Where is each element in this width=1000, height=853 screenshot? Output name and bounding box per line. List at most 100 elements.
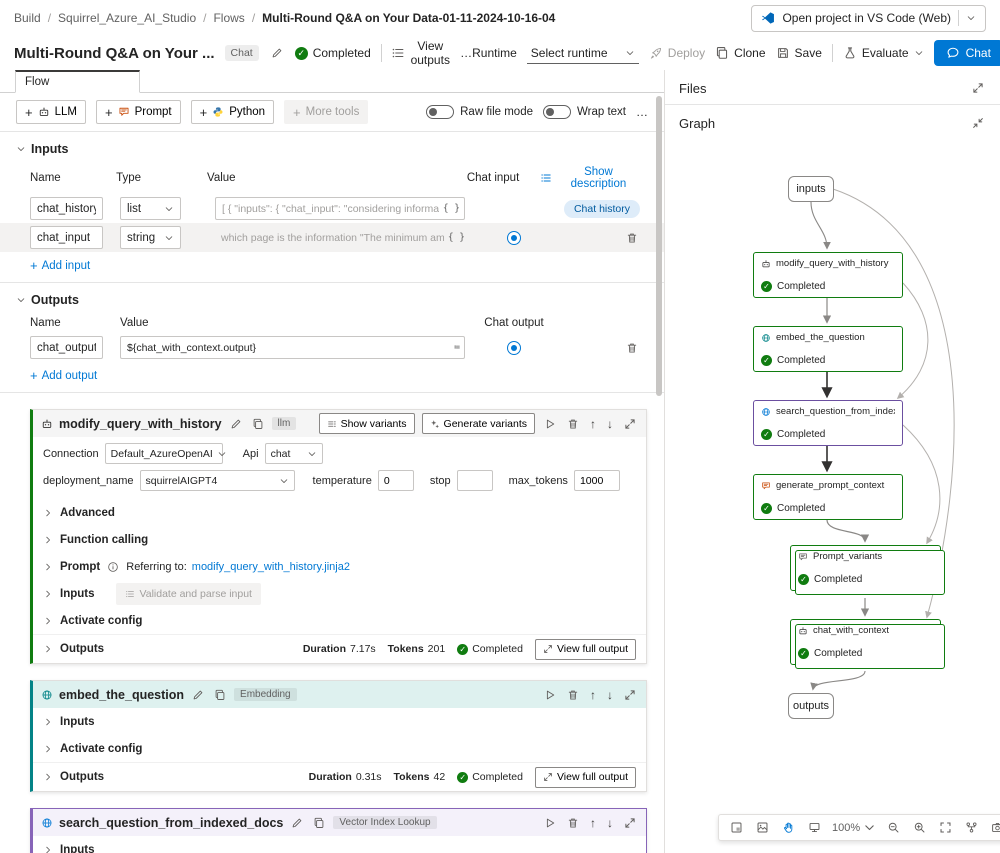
- node-section-outputs[interactable]: Outputs Duration0.31s Tokens42 ✓Complete…: [33, 762, 646, 791]
- chat-input-radio[interactable]: [507, 231, 521, 245]
- node-section-inputs[interactable]: Inputs Validate and parse input: [33, 580, 646, 607]
- section-chevron-icon[interactable]: [16, 295, 26, 305]
- input-name-field[interactable]: [30, 197, 103, 220]
- delete-input-button[interactable]: [624, 230, 640, 246]
- more-tools-button[interactable]: + More tools: [284, 100, 368, 124]
- zoom-level-select[interactable]: 100%: [832, 821, 876, 834]
- graph-canvas[interactable]: inputs modify_query_with_history ✓Comple…: [665, 70, 1000, 853]
- node-section-prompt[interactable]: Prompt Referring to: modify_query_with_h…: [33, 553, 646, 580]
- zoom-out-button[interactable]: [885, 819, 902, 836]
- graph-outputs-node[interactable]: outputs: [788, 693, 834, 719]
- rename-node-button[interactable]: [228, 416, 244, 432]
- save-button[interactable]: Save: [776, 46, 822, 60]
- stop-field[interactable]: [457, 470, 493, 491]
- graph-node-search-question[interactable]: search_question_from_indexed_docs ✓Compl…: [753, 400, 903, 446]
- node-section-inputs[interactable]: Inputs: [33, 836, 646, 853]
- braces-expand-icon[interactable]: { }: [443, 203, 460, 214]
- edit-title-button[interactable]: [269, 45, 285, 61]
- value-editor-icon[interactable]: ≔: [454, 342, 460, 353]
- zoom-in-button[interactable]: [911, 819, 928, 836]
- node-header[interactable]: search_question_from_indexed_docs Vector…: [33, 809, 646, 836]
- deploy-button[interactable]: Deploy: [649, 46, 705, 60]
- wrap-text-toggle[interactable]: [543, 105, 571, 119]
- open-vscode-button[interactable]: Open project in VS Code (Web): [751, 5, 986, 32]
- braces-expand-icon[interactable]: { }: [448, 232, 465, 243]
- show-variants-button[interactable]: Show variants: [319, 413, 415, 434]
- max-tokens-field[interactable]: [574, 470, 620, 491]
- node-header[interactable]: embed_the_question Embedding ↑ ↓: [33, 681, 646, 708]
- snapshot-view-button[interactable]: [754, 819, 771, 836]
- input-name-field[interactable]: [30, 226, 103, 249]
- minimap-button[interactable]: [728, 819, 745, 836]
- chat-history-badge[interactable]: Chat history: [564, 200, 640, 218]
- output-value-box[interactable]: ${chat_with_context.output} ≔: [120, 336, 465, 359]
- connection-select[interactable]: Default_AzureOpenAI: [105, 443, 223, 464]
- section-chevron-icon[interactable]: [16, 144, 26, 154]
- output-name-field[interactable]: [30, 336, 103, 359]
- raw-file-mode-toggle[interactable]: [426, 105, 454, 119]
- auto-layout-button[interactable]: [963, 819, 980, 836]
- show-description-link[interactable]: Show description: [540, 166, 640, 190]
- move-node-down-button[interactable]: ↓: [605, 687, 615, 703]
- rename-node-button[interactable]: [289, 815, 305, 831]
- node-header[interactable]: modify_query_with_history llm Show varia…: [33, 410, 646, 437]
- deployment-name-select[interactable]: squirrelAIGPT4: [140, 470, 295, 491]
- scrollbar-thumb[interactable]: [656, 96, 662, 396]
- delete-output-button[interactable]: [624, 340, 640, 356]
- run-node-button[interactable]: [542, 815, 558, 831]
- copy-node-button[interactable]: [311, 815, 327, 831]
- runtime-select[interactable]: Select runtime: [527, 43, 639, 64]
- input-type-select[interactable]: list: [120, 197, 181, 220]
- chat-output-radio[interactable]: [507, 341, 521, 355]
- move-node-up-button[interactable]: ↑: [588, 416, 598, 432]
- fit-view-button[interactable]: [806, 819, 823, 836]
- validate-parse-input-button[interactable]: Validate and parse input: [116, 583, 261, 605]
- add-llm-button[interactable]: + LLM: [16, 100, 86, 124]
- graph-node-chat-with-context[interactable]: chat_with_context ✓Completed: [790, 619, 941, 665]
- add-python-button[interactable]: + Python: [191, 100, 274, 124]
- collapse-graph-button[interactable]: [970, 115, 986, 131]
- fit-screen-button[interactable]: [937, 819, 954, 836]
- node-section-outputs[interactable]: Outputs Duration7.17s Tokens201 ✓Complet…: [33, 634, 646, 663]
- pan-tool-button[interactable]: [780, 819, 797, 836]
- editor-scrollbar[interactable]: [655, 94, 663, 853]
- node-section-activate-config[interactable]: Activate config: [33, 735, 646, 762]
- evaluate-button[interactable]: Evaluate: [843, 46, 924, 60]
- api-select[interactable]: chat: [265, 443, 323, 464]
- node-section-activate-config[interactable]: Activate config: [33, 607, 646, 634]
- view-full-output-button[interactable]: View full output: [535, 639, 636, 660]
- add-prompt-button[interactable]: + Prompt: [96, 100, 181, 124]
- graph-inputs-node[interactable]: inputs: [788, 176, 834, 202]
- chevron-down-icon[interactable]: [966, 13, 976, 23]
- add-output-link[interactable]: + Add output: [0, 362, 97, 392]
- graph-node-embed-question[interactable]: embed_the_question ✓Completed: [753, 326, 903, 372]
- breadcrumb-project[interactable]: Squirrel_Azure_AI_Studio: [58, 11, 196, 25]
- expand-node-button[interactable]: [622, 815, 638, 831]
- clone-button[interactable]: Clone: [715, 46, 765, 60]
- node-section-function-calling[interactable]: Function calling: [33, 526, 646, 553]
- input-type-select[interactable]: string: [120, 226, 181, 249]
- node-section-inputs[interactable]: Inputs: [33, 708, 646, 735]
- tab-flow[interactable]: Flow: [15, 70, 140, 93]
- input-value-box[interactable]: [ { "inputs": { "chat_input": "consideri…: [215, 197, 465, 220]
- expand-node-button[interactable]: [622, 416, 638, 432]
- input-value-box[interactable]: which page is the information "The minim…: [215, 232, 465, 244]
- temperature-field[interactable]: [378, 470, 414, 491]
- prompt-file-link[interactable]: modify_query_with_history.jinja2: [192, 561, 350, 573]
- breadcrumb-build[interactable]: Build: [14, 11, 41, 25]
- generate-variants-button[interactable]: Generate variants: [422, 413, 535, 434]
- toolbar-more-button[interactable]: …: [636, 105, 648, 119]
- copy-node-button[interactable]: [250, 416, 266, 432]
- view-full-output-button[interactable]: View full output: [535, 767, 636, 788]
- move-node-up-button[interactable]: ↑: [588, 815, 598, 831]
- more-commands-button[interactable]: …: [460, 46, 472, 60]
- graph-node-prompt-variants[interactable]: Prompt_variants ✓Completed: [790, 545, 941, 591]
- run-node-button[interactable]: [542, 687, 558, 703]
- breadcrumb-flows[interactable]: Flows: [213, 11, 244, 25]
- copy-node-button[interactable]: [212, 687, 228, 703]
- node-section-advanced[interactable]: Advanced: [33, 499, 646, 526]
- delete-node-button[interactable]: [565, 416, 581, 432]
- delete-node-button[interactable]: [565, 815, 581, 831]
- move-node-down-button[interactable]: ↓: [605, 416, 615, 432]
- rename-node-button[interactable]: [190, 687, 206, 703]
